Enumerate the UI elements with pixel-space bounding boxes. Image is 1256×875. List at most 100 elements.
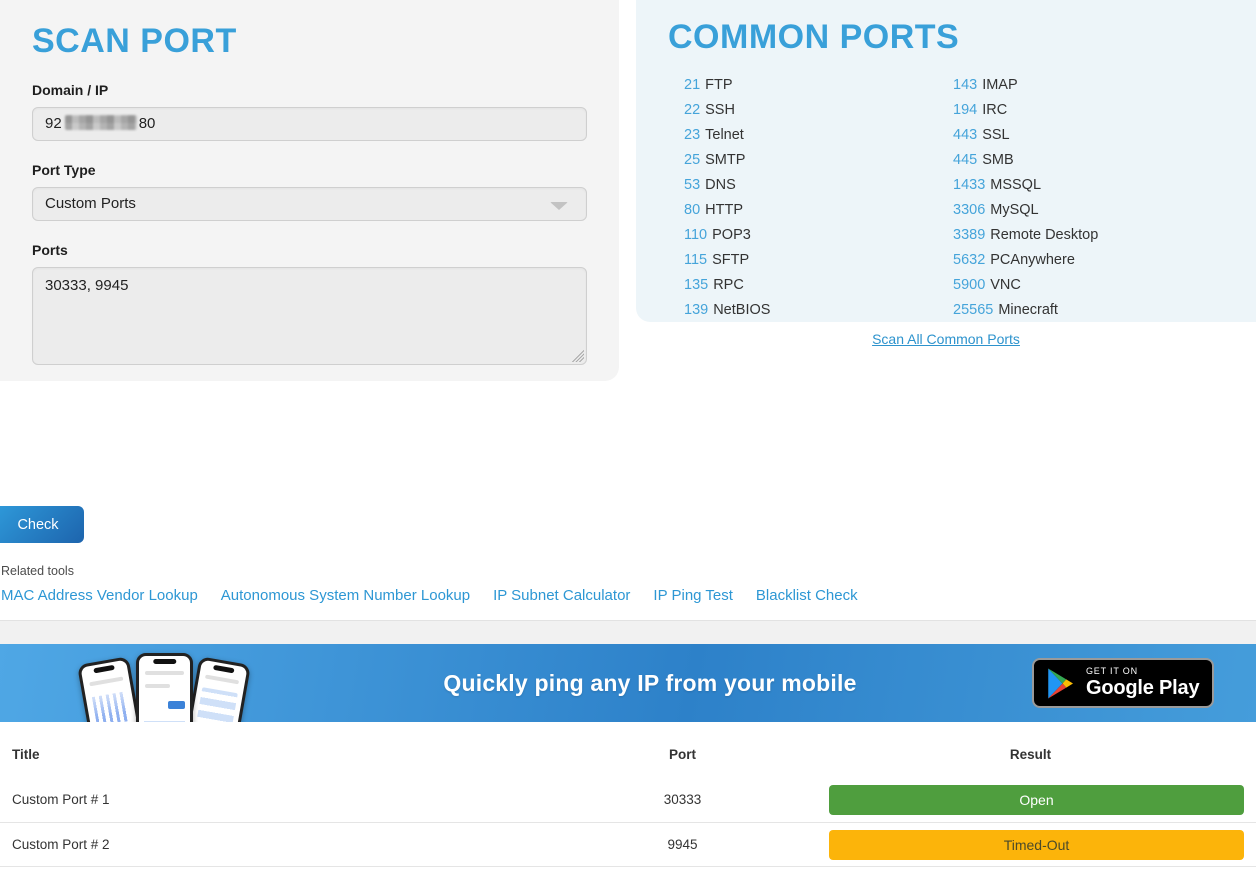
common-port-name: POP3: [712, 227, 751, 243]
common-port-name: IRC: [982, 102, 1007, 118]
common-port-link[interactable]: 22: [684, 102, 700, 118]
mobile-app-banner: Quickly ping any IP from your mobile GET…: [0, 644, 1256, 722]
redacted-ip-segment: [65, 115, 137, 130]
common-port-item: 25565Minecraft: [953, 298, 1253, 323]
common-ports-card: COMMON PORTS 21FTP 22 SSH 23 Telnet 25SMTP…: [636, 0, 1256, 322]
common-port-name: Remote Desktop: [990, 227, 1098, 243]
ports-value: 30333, 9945: [45, 277, 128, 294]
common-port-link[interactable]: 25: [684, 152, 700, 168]
common-port-item: 22 SSH: [684, 98, 953, 123]
header-port: Port: [560, 747, 805, 762]
common-port-link[interactable]: 25565: [953, 302, 993, 318]
common-port-link[interactable]: 5632: [953, 252, 985, 268]
common-port-link[interactable]: 80: [684, 202, 700, 218]
google-play-badge[interactable]: GET IT ON Google Play: [1032, 658, 1214, 708]
result-port: 9945: [560, 837, 805, 852]
common-port-link[interactable]: 143: [953, 77, 977, 93]
port-type-select[interactable]: Custom Ports: [32, 187, 587, 221]
related-tool-link[interactable]: IP Subnet Calculator: [493, 587, 630, 604]
common-port-item: 5900 VNC: [953, 273, 1253, 298]
common-port-item: 139 NetBIOS: [684, 298, 953, 323]
common-port-item: 21FTP: [684, 73, 953, 98]
common-port-name: MSSQL: [990, 177, 1041, 193]
common-port-link[interactable]: 194: [953, 102, 977, 118]
common-port-name: MySQL: [990, 202, 1038, 218]
port-type-selected-value: Custom Ports: [45, 195, 136, 212]
common-port-link[interactable]: 115: [684, 252, 707, 268]
common-ports-title: COMMON PORTS: [668, 18, 1256, 57]
result-title: Custom Port # 1: [0, 792, 560, 807]
common-port-link[interactable]: 443: [953, 127, 977, 143]
common-port-item: 194 IRC: [953, 98, 1253, 123]
common-port-link[interactable]: 135: [684, 277, 708, 293]
common-port-name: VNC: [990, 277, 1021, 293]
common-port-link[interactable]: 445: [953, 152, 977, 168]
common-port-link[interactable]: 1433: [953, 177, 985, 193]
common-port-name: HTTP: [705, 202, 743, 218]
common-port-name: RPC: [713, 277, 744, 293]
common-port-name: SSH: [705, 102, 735, 118]
table-row: Custom Port # 1 30333 Open: [0, 777, 1256, 822]
results-header-row: Title Port Result: [0, 722, 1256, 777]
common-port-name: PCAnywhere: [990, 252, 1075, 268]
scan-port-title: SCAN PORT: [32, 22, 587, 61]
common-port-item: 3389 Remote Desktop: [953, 223, 1253, 248]
google-play-badge-text: GET IT ON Google Play: [1086, 666, 1199, 700]
common-port-item: 135 RPC: [684, 273, 953, 298]
common-port-link[interactable]: 3306: [953, 202, 985, 218]
common-port-name: SMB: [982, 152, 1013, 168]
scan-port-card: SCAN PORT Domain / IP 92 80 Port Type Cus…: [0, 0, 619, 381]
related-tool-link[interactable]: IP Ping Test: [653, 587, 733, 604]
common-port-item: 115 SFTP: [684, 248, 953, 273]
common-port-item: 23 Telnet: [684, 123, 953, 148]
table-row: Custom Port # 2 9945 Timed-Out: [0, 822, 1256, 867]
results-body: Custom Port # 1 30333 Open Custom Port #…: [0, 777, 1256, 867]
common-port-item: 5632 PCAnywhere: [953, 248, 1253, 273]
chevron-down-icon: [550, 202, 568, 210]
domain-ip-label: Domain / IP: [32, 82, 587, 98]
common-port-name: NetBIOS: [713, 302, 770, 318]
ports-textarea[interactable]: 30333, 9945: [32, 267, 587, 365]
related-tool-link[interactable]: MAC Address Vendor Lookup: [1, 587, 198, 604]
common-port-name: SFTP: [712, 252, 749, 268]
common-port-item: 1433 MSSQL: [953, 173, 1253, 198]
common-port-link[interactable]: 21: [684, 77, 700, 93]
domain-ip-input[interactable]: 92 80: [32, 107, 587, 141]
phone-mockup-right: [183, 656, 251, 722]
domain-ip-value-prefix: 92: [45, 115, 62, 132]
related-tool-link[interactable]: Blacklist Check: [756, 587, 858, 604]
common-port-item: 3306 MySQL: [953, 198, 1253, 223]
common-port-item: 143IMAP: [953, 73, 1253, 98]
phone-mockup-left: [77, 656, 145, 722]
common-port-name: SSL: [982, 127, 1009, 143]
related-tools-links: MAC Address Vendor Lookup Autonomous Sys…: [1, 587, 858, 604]
section-divider: [0, 620, 1256, 644]
related-tools-heading: Related tools: [1, 564, 74, 578]
result-title: Custom Port # 2: [0, 837, 560, 852]
status-badge: Timed-Out: [829, 830, 1244, 860]
common-port-link[interactable]: 5900: [953, 277, 985, 293]
header-title: Title: [0, 747, 560, 762]
common-port-link[interactable]: 139: [684, 302, 708, 318]
common-port-item: 25SMTP: [684, 148, 953, 173]
ports-label: Ports: [32, 242, 587, 258]
port-type-label: Port Type: [32, 162, 587, 178]
related-tool-link[interactable]: Autonomous System Number Lookup: [221, 587, 470, 604]
common-port-link[interactable]: 3389: [953, 227, 985, 243]
common-port-link[interactable]: 23: [684, 127, 700, 143]
common-ports-column-2: 143IMAP 194 IRC 443 SSL 445 SMB 1433 MSSQL 3…: [953, 73, 1253, 323]
resize-handle-icon[interactable]: [571, 349, 584, 362]
scan-all-common-ports-link[interactable]: Scan All Common Ports: [636, 331, 1256, 347]
common-port-link[interactable]: 110: [684, 227, 707, 243]
common-port-link[interactable]: 53: [684, 177, 700, 193]
common-port-name: Telnet: [705, 127, 744, 143]
check-button[interactable]: Check: [0, 506, 84, 543]
header-result: Result: [805, 747, 1256, 762]
status-badge: Open: [829, 785, 1244, 815]
common-port-item: 53 DNS: [684, 173, 953, 198]
common-port-item: 110 POP3: [684, 223, 953, 248]
common-port-name: DNS: [705, 177, 736, 193]
port-scanner-page: SCAN PORT Domain / IP 92 80 Port Type Cus…: [0, 0, 1256, 875]
phone-mockups-image: [85, 648, 245, 722]
domain-ip-value-suffix: 80: [139, 115, 156, 132]
